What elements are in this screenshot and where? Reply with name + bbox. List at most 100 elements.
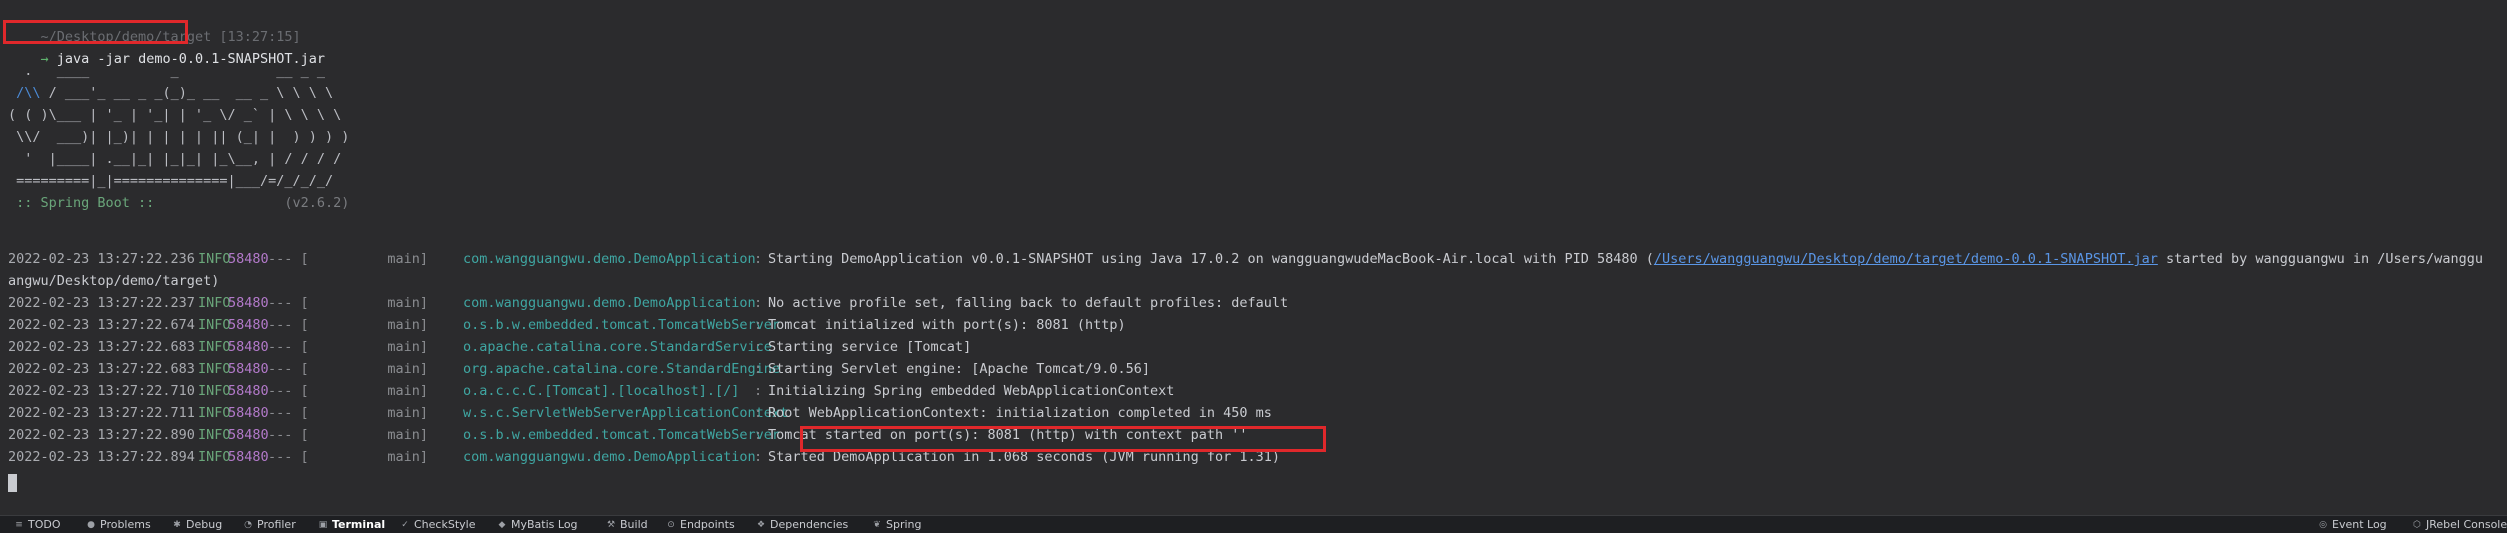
tool-profiler[interactable]: ◔ Profiler — [243, 518, 296, 532]
log-message-prefix: Starting DemoApplication v0.0.1-SNAPSHOT… — [768, 251, 1654, 267]
banner-line-1: . ____ _ __ _ _ — [8, 63, 325, 79]
log-line: 2022-02-23 13:27:22.237 INFO 58480 --- [ ma… — [0, 292, 2507, 314]
log-logger: o.s.b.w.embedded.tomcat.TomcatWebServer — [463, 317, 780, 333]
log-colon: : — [754, 317, 763, 333]
banner-line-3: ( ( )\___ | '_ | '_| | '_ \/ _` | \ \ \ … — [8, 107, 342, 123]
log-line: 2022-02-23 13:27:22.710 INFO 58480 --- [ ma… — [0, 380, 2507, 402]
spring-boot-version-line: :: Spring Boot :: (v2.6.2) — [8, 192, 349, 214]
endpoints-icon: ⊙ — [667, 520, 675, 530]
tomcat-started-highlight-box — [800, 426, 1326, 452]
log-colon: : — [754, 405, 763, 421]
spring-leaf-icon: ❦ — [873, 520, 881, 530]
banner-line-2: /\\ / ___'_ __ _ _(_)_ __ __ _ \ \ \ \ — [16, 85, 334, 101]
banner-line-5: ' |____| .__|_| |_|_| |_\__, | / / / / — [8, 151, 342, 167]
log-message: Starting Servlet engine: [Apache Tomcat/… — [768, 361, 1151, 377]
checkstyle-icon: ✓ — [401, 520, 409, 530]
tool-endpoints[interactable]: ⊙ Endpoints — [666, 518, 734, 532]
tool-checkstyle[interactable]: ✓ CheckStyle — [400, 518, 475, 532]
log-logger: o.s.b.w.embedded.tomcat.TomcatWebServer — [463, 427, 780, 443]
log-pid: 58480 — [228, 295, 269, 311]
log-timestamp: 2022-02-23 13:27:22.683 — [8, 361, 195, 377]
log-line: 2022-02-23 13:27:22.711 INFO 58480 --- [ ma… — [0, 402, 2507, 424]
profiler-icon: ◔ — [244, 520, 252, 530]
log-pid: 58480 — [228, 317, 269, 333]
log-wrap-line: angwu/Desktop/demo/target) — [0, 270, 2507, 292]
bottom-tool-window-bar: ≡ TODO ● Problems ✱ Debug ◔ Profiler ▣ Termin… — [0, 515, 2507, 533]
tool-spring[interactable]: ❦ Spring — [872, 518, 921, 532]
log-logger: com.wangguangwu.demo.DemoApplication — [463, 449, 756, 465]
command-highlight-box — [3, 20, 188, 44]
log-level: INFO — [198, 251, 231, 267]
spring-boot-version: (v2.6.2) — [162, 195, 350, 211]
log-pid: 58480 — [228, 383, 269, 399]
log-timestamp: 2022-02-23 13:27:22.710 — [8, 383, 195, 399]
log-level: INFO — [198, 317, 231, 333]
log-timestamp: 2022-02-23 13:27:22.236 — [8, 251, 195, 267]
log-logger: o.a.c.c.C.[Tomcat].[localhost].[/] — [463, 383, 740, 399]
log-line: 2022-02-23 13:27:22.683 INFO 58480 --- [ ma… — [0, 336, 2507, 358]
log-timestamp: 2022-02-23 13:27:22.237 — [8, 295, 195, 311]
log-thread: main] — [298, 295, 429, 311]
tool-event-log[interactable]: ◎ Event Log — [2318, 518, 2387, 532]
log-message: Tomcat initialized with port(s): 8081 (h… — [768, 317, 1126, 333]
log-thread: main] — [298, 251, 429, 267]
tool-build[interactable]: ⚒ Build — [606, 518, 648, 532]
tool-jrebel-console[interactable]: ⬡ JRebel Console — [2412, 518, 2507, 532]
log-thread: main] — [298, 405, 429, 421]
log-level: INFO — [198, 449, 231, 465]
log-thread: main] — [298, 427, 429, 443]
log-pid: 58480 — [228, 427, 269, 443]
log-logger: w.s.c.ServletWebServerApplicationContext — [463, 405, 789, 421]
log-timestamp: 2022-02-23 13:27:22.711 — [8, 405, 195, 421]
problems-icon: ● — [87, 520, 95, 530]
log-pid: 58480 — [228, 251, 269, 267]
terminal-cursor — [8, 474, 17, 492]
tool-problems[interactable]: ● Problems — [86, 518, 151, 532]
spring-boot-label: :: Spring Boot :: — [8, 195, 163, 211]
log-colon: : — [754, 361, 763, 377]
log-level: INFO — [198, 295, 231, 311]
log-thread: main] — [298, 317, 429, 333]
banner-slash-accent: /\\ — [16, 85, 41, 101]
log-level: INFO — [198, 427, 231, 443]
log-level: INFO — [198, 383, 231, 399]
dependencies-icon: ❖ — [756, 520, 766, 530]
log-colon: : — [754, 251, 763, 267]
log-logger: org.apache.catalina.core.StandardEngine — [463, 361, 780, 377]
log-line: 2022-02-23 13:27:22.683 INFO 58480 --- [ ma… — [0, 358, 2507, 380]
log-colon: : — [754, 427, 763, 443]
log-level: INFO — [198, 405, 231, 421]
log-line: 2022-02-23 13:27:22.236 INFO 58480 --- [ ma… — [0, 248, 2507, 270]
tool-todo[interactable]: ≡ TODO — [14, 518, 60, 532]
tool-dependencies[interactable]: ❖ Dependencies — [756, 518, 848, 532]
terminal-panel[interactable]: ~/Desktop/demo/target [13:27:15] → java … — [0, 0, 2507, 515]
tool-debug[interactable]: ✱ Debug — [172, 518, 222, 532]
banner-line-4: \\/ ___)| |_)| | | | | || (_| | ) ) ) ) — [8, 129, 350, 145]
mybatis-icon: ◆ — [498, 520, 506, 530]
tool-terminal[interactable]: ▣ Terminal — [318, 518, 385, 532]
log-timestamp: 2022-02-23 13:27:22.683 — [8, 339, 195, 355]
log-pid: 58480 — [228, 449, 269, 465]
log-wrapped-text: angwu/Desktop/demo/target) — [8, 273, 220, 289]
log-level: INFO — [198, 361, 231, 377]
log-logger: com.wangguangwu.demo.DemoApplication — [463, 251, 756, 267]
banner-line-6: =========|_|==============|___/=/_/_/_/ — [8, 173, 334, 189]
log-thread: main] — [298, 383, 429, 399]
jrebel-icon: ⬡ — [2413, 520, 2421, 530]
log-colon: : — [754, 383, 763, 399]
hammer-icon: ⚒ — [606, 520, 616, 530]
log-logger: o.apache.catalina.core.StandardService — [463, 339, 772, 355]
jar-path-link[interactable]: /Users/wangguangwu/Desktop/demo/target/d… — [1654, 251, 2158, 267]
log-logger: com.wangguangwu.demo.DemoApplication — [463, 295, 756, 311]
log-timestamp: 2022-02-23 13:27:22.674 — [8, 317, 195, 333]
log-thread: main] — [298, 449, 429, 465]
log-thread: main] — [298, 339, 429, 355]
log-message: Root WebApplicationContext: initializati… — [768, 405, 1272, 421]
log-pid: 58480 — [228, 339, 269, 355]
log-colon: : — [754, 295, 763, 311]
log-message: Starting service [Tomcat] — [768, 339, 972, 355]
log-message: No active profile set, falling back to d… — [768, 295, 1289, 311]
tool-mybatis-log[interactable]: ◆ MyBatis Log — [497, 518, 578, 532]
log-pid: 58480 — [228, 361, 269, 377]
log-timestamp: 2022-02-23 13:27:22.890 — [8, 427, 195, 443]
